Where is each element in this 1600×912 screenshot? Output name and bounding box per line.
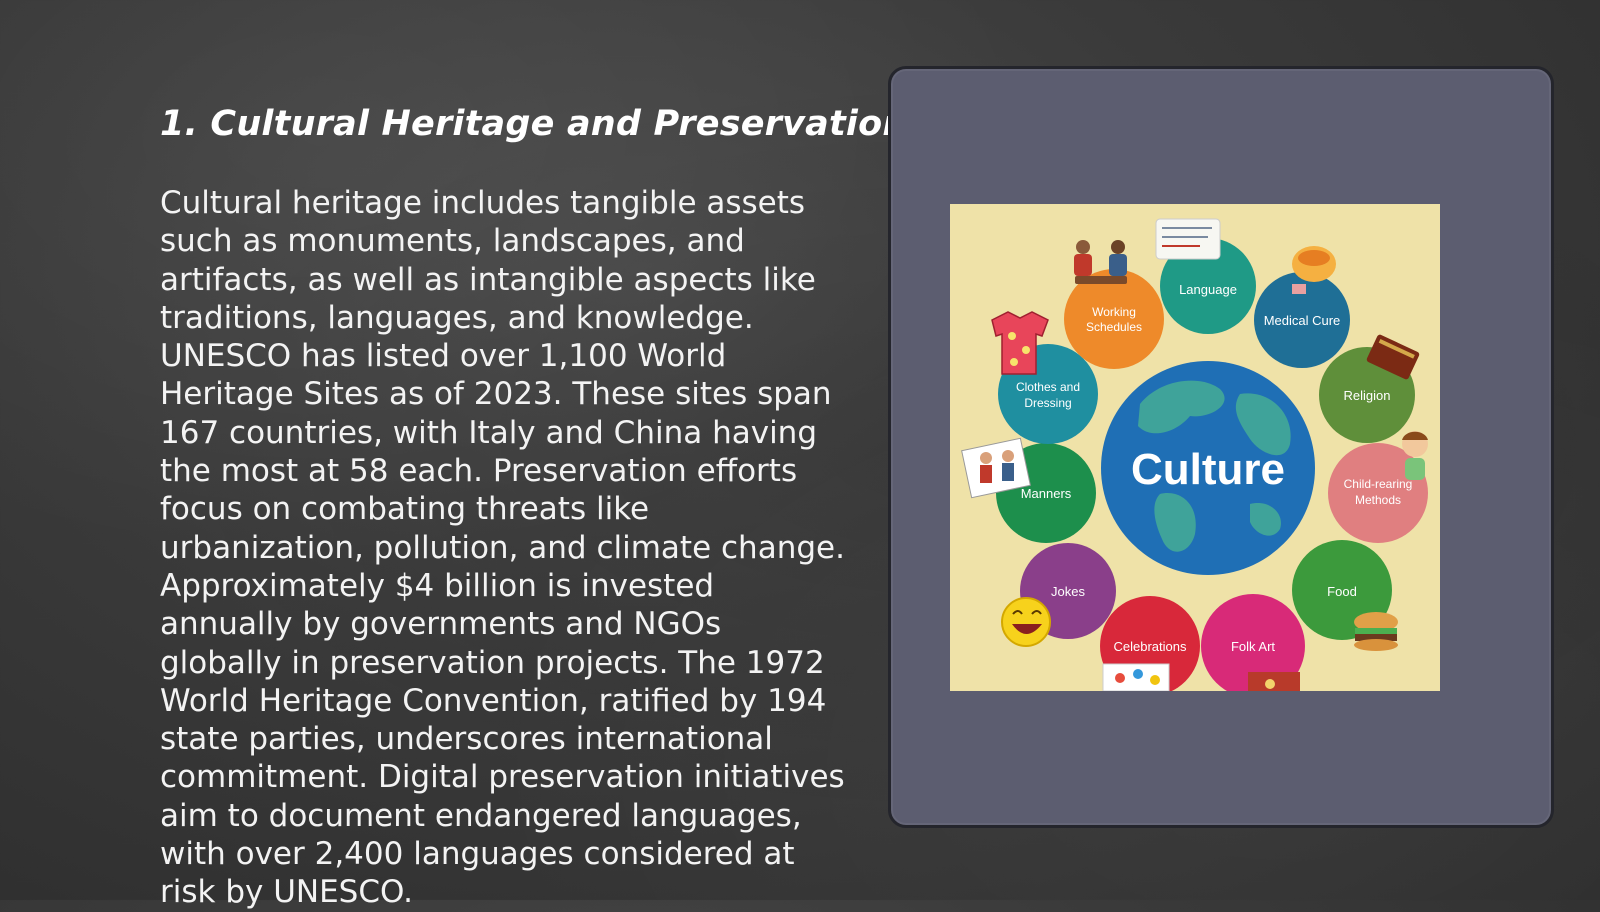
svg-text:Food: Food: [1327, 584, 1357, 599]
culture-globe: Culture: [1101, 361, 1315, 575]
party-icon: [1102, 663, 1170, 691]
image-frame: Culture Language Medical Cure Religion C…: [888, 66, 1554, 828]
svg-text:Clothes and: Clothes and: [1016, 380, 1080, 394]
slide-title: 1. Cultural Heritage and Preservation: [160, 104, 908, 144]
svg-text:Working: Working: [1092, 305, 1136, 319]
svg-text:Jokes: Jokes: [1051, 584, 1085, 599]
svg-text:Methods: Methods: [1355, 493, 1401, 507]
svg-text:Schedules: Schedules: [1086, 320, 1142, 334]
svg-text:Folk Art: Folk Art: [1231, 639, 1275, 654]
svg-text:Celebrations: Celebrations: [1114, 639, 1187, 654]
svg-text:Medical Cure: Medical Cure: [1264, 313, 1341, 328]
slide-body-text: Cultural heritage includes tangible asse…: [160, 185, 845, 911]
svg-text:Language: Language: [1179, 282, 1237, 297]
culture-diagram: Culture Language Medical Cure Religion C…: [950, 204, 1440, 691]
culture-center-label: Culture: [1131, 445, 1285, 494]
svg-text:Manners: Manners: [1021, 486, 1072, 501]
speech-notes-icon: [1155, 218, 1221, 260]
svg-text:Dressing: Dressing: [1024, 396, 1071, 410]
burger-icon: [1354, 612, 1398, 651]
folk-art-icon: [1248, 672, 1300, 691]
svg-text:Child-rearing: Child-rearing: [1344, 477, 1413, 491]
svg-text:Religion: Religion: [1344, 388, 1391, 403]
laughing-face-icon: [1001, 597, 1051, 647]
